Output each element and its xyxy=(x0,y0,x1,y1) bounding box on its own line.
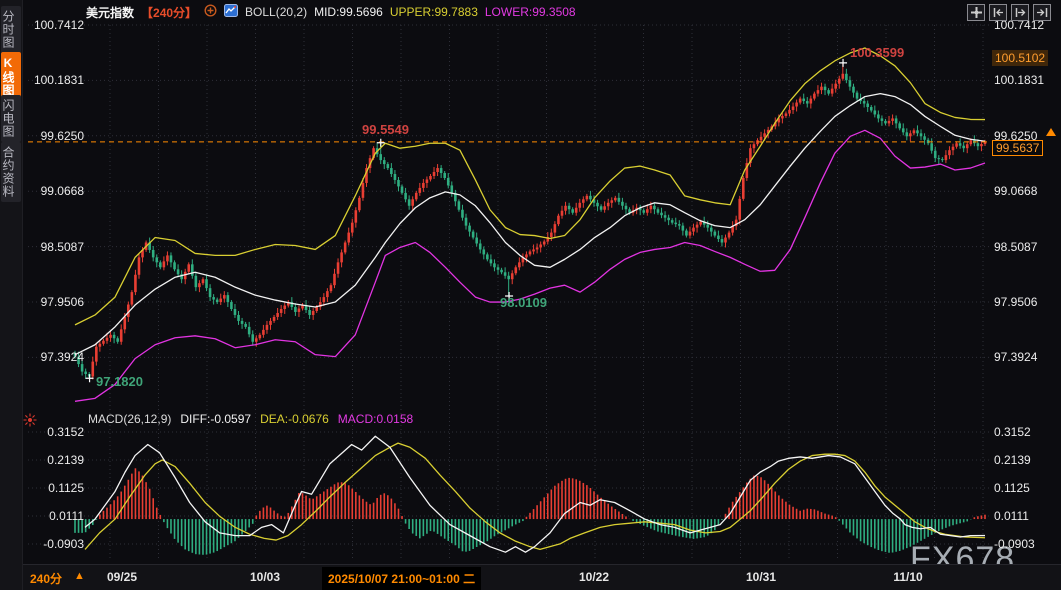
annotation-marked-high: 100.3599 xyxy=(850,45,904,60)
annotation-swing-low: 98.0109 xyxy=(500,295,547,310)
boll-params-label: BOLL(20,2) xyxy=(245,5,307,19)
shift-chart-left-icon[interactable] xyxy=(989,4,1007,21)
x-axis-label: 10/03 xyxy=(250,570,280,584)
chart-type-icon[interactable] xyxy=(224,4,238,20)
hovered-candle-time-label: 2025/10/07 21:00~01:00 二 xyxy=(322,567,481,590)
annotation-swing-high: 99.5549 xyxy=(362,122,409,137)
y-axis-label: 0.2139 xyxy=(994,453,1031,467)
macd-diff-value: DIFF:-0.0597 xyxy=(180,412,251,426)
annotation-marked-low: 97.1820 xyxy=(96,374,143,389)
upper-band-peak-tag: 100.5102 xyxy=(992,50,1048,66)
y-axis-label: 0.2139 xyxy=(28,453,84,467)
period-label: 【240分】 xyxy=(141,4,197,21)
chart-window: 分时图 K线图 闪电图 合约资料 美元指数 【240分】 BOLL(20,2) … xyxy=(0,0,1061,590)
y-axis-label: 99.0668 xyxy=(28,184,84,198)
y-axis-label: 99.6250 xyxy=(28,129,84,143)
time-axis-bar: 240分 ▲ 09/25 10/03 2025/10/07 21:00~01:0… xyxy=(22,564,1061,590)
jump-to-latest-icon[interactable] xyxy=(1033,4,1051,21)
sidebar: 分时图 K线图 闪电图 合约资料 xyxy=(0,0,23,590)
x-axis-label: 11/10 xyxy=(893,570,922,584)
shift-chart-right-icon[interactable] xyxy=(1011,4,1029,21)
y-axis-label: 98.5087 xyxy=(28,240,84,254)
y-axis-label: 0.0111 xyxy=(994,509,1029,523)
y-axis-label: 99.0668 xyxy=(994,184,1037,198)
sidebar-tab-lightning-chart[interactable]: 闪电图 xyxy=(1,95,21,142)
move-crosshair-icon[interactable] xyxy=(967,4,985,21)
y-axis-label: 100.1831 xyxy=(28,73,84,87)
x-axis-label: 10/22 xyxy=(579,570,609,584)
sidebar-tab-time-chart[interactable]: 分时图 xyxy=(1,6,21,53)
x-axis-label: 10/31 xyxy=(746,570,776,584)
y-axis-label: -0.0903 xyxy=(28,537,84,551)
y-axis-label: 100.7412 xyxy=(28,18,84,32)
y-axis-label: 0.1125 xyxy=(28,481,84,495)
last-price-tag: 99.5637 xyxy=(992,140,1043,156)
macd-header: MACD(26,12,9) DIFF:-0.0597 DEA:-0.0676 M… xyxy=(88,412,413,426)
sidebar-tab-contract-info[interactable]: 合约资料 xyxy=(1,142,21,202)
period-dropdown-arrow-icon[interactable]: ▲ xyxy=(74,570,85,582)
y-axis-label: 97.9506 xyxy=(28,295,84,309)
y-axis-label: 0.1125 xyxy=(994,481,1030,495)
y-axis-label: 97.3924 xyxy=(28,350,84,364)
symbol-name: 美元指数 xyxy=(86,4,134,21)
macd-settings-icon[interactable] xyxy=(23,413,37,430)
y-axis-label: 97.9506 xyxy=(994,295,1037,309)
chart-controls xyxy=(967,4,1051,21)
macd-params-label: MACD(26,12,9) xyxy=(88,412,171,426)
y-axis-label: 0.0111 xyxy=(28,509,84,523)
macd-hist-value: MACD:0.0158 xyxy=(338,412,413,426)
boll-upper-value: UPPER:99.7883 xyxy=(390,5,478,19)
y-axis-label: 0.3152 xyxy=(994,425,1031,439)
sidebar-tab-kline-chart[interactable]: K线图 xyxy=(1,52,21,101)
y-axis-label: -0.0903 xyxy=(994,537,1035,551)
indicator-bar: 美元指数 【240分】 BOLL(20,2) MID:99.5696 UPPER… xyxy=(86,3,576,21)
y-axis-label: 100.1831 xyxy=(994,73,1044,87)
scroll-latest-arrow-icon[interactable] xyxy=(1046,128,1056,136)
boll-mid-value: MID:99.5696 xyxy=(314,5,383,19)
macd-dea-value: DEA:-0.0676 xyxy=(260,412,329,426)
footer-period-selector[interactable]: 240分 xyxy=(30,570,62,587)
y-axis-label: 97.3924 xyxy=(994,350,1037,364)
y-axis-label: 98.5087 xyxy=(994,240,1037,254)
x-axis-label: 09/25 xyxy=(107,570,137,584)
boll-lower-value: LOWER:99.3508 xyxy=(485,5,576,19)
add-indicator-icon[interactable] xyxy=(204,4,217,20)
